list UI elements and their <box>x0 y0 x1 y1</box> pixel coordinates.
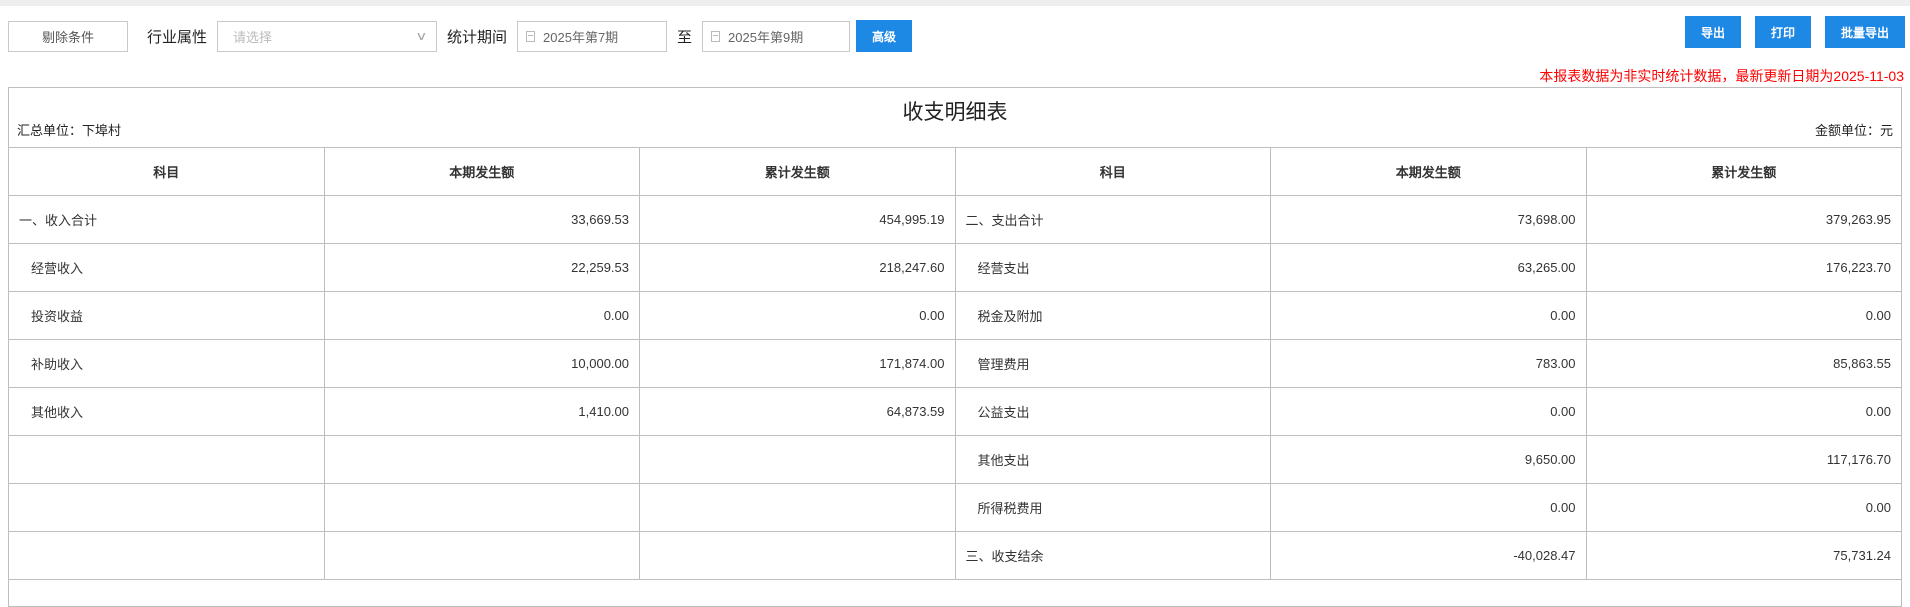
cumulative-amount-cell: 0.00 <box>1585 291 1902 340</box>
current-amount-cell: 73,698.00 <box>1270 195 1587 244</box>
column-header: 科目 <box>954 147 1271 196</box>
subject-cell: 经营收入 <box>8 243 325 292</box>
calendar-icon <box>526 30 536 42</box>
subject-cell: 补助收入 <box>8 339 325 388</box>
column-header: 科目 <box>8 147 325 196</box>
subject-cell: 其他收入 <box>8 387 325 436</box>
current-amount-cell: 0.00 <box>1270 291 1587 340</box>
table-header-row: 科目 本期发生额 累计发生额 科目 本期发生额 累计发生额 <box>8 147 1902 196</box>
data-notice: 本报表数据为非实时统计数据，最新更新日期为2025-11-03 <box>1539 68 1904 84</box>
current-amount-cell: 22,259.53 <box>323 243 640 292</box>
industry-select[interactable]: 请选择 ∨ <box>217 20 438 52</box>
current-amount-cell <box>323 483 640 532</box>
current-amount-cell: 0.00 <box>323 291 640 340</box>
cumulative-amount-cell: 176,223.70 <box>1585 243 1902 292</box>
column-header: 本期发生额 <box>1270 147 1587 196</box>
cumulative-amount-cell: 85,863.55 <box>1585 339 1902 388</box>
report-table: 科目 本期发生额 累计发生额 科目 本期发生额 累计发生额 一、收入合计 33,669.53… <box>8 147 1902 580</box>
table-row: 所得税费用 0.00 0.00 <box>8 483 1902 532</box>
table-row: 其他收入 1,410.00 64,873.59 公益支出 0.00 0.00 <box>8 387 1902 436</box>
subject-cell: 三、收支结余 <box>954 531 1271 580</box>
summary-unit: 汇总单位：下埠村 <box>17 123 122 138</box>
subject-cell: 税金及附加 <box>954 291 1271 340</box>
subject-cell: 所得税费用 <box>954 483 1271 532</box>
current-amount-cell: 33,669.53 <box>323 195 640 244</box>
advanced-button[interactable]: 高级 <box>856 20 913 52</box>
subject-cell <box>8 483 325 532</box>
subject-cell: 其他支出 <box>954 435 1271 484</box>
current-amount-cell: -40,028.47 <box>1270 531 1587 580</box>
cumulative-amount-cell: 0.00 <box>1585 483 1902 532</box>
export-button[interactable]: 导出 <box>1685 16 1741 48</box>
cumulative-amount-cell: 171,874.00 <box>639 339 956 388</box>
cumulative-amount-cell: 218,247.60 <box>639 243 956 292</box>
period-label: 统计期间 <box>447 28 508 46</box>
cumulative-amount-cell: 117,176.70 <box>1585 435 1902 484</box>
current-amount-cell: 0.00 <box>1270 483 1587 532</box>
period-from-input[interactable]: 2025年第7期 <box>517 20 668 52</box>
current-amount-cell: 9,650.00 <box>1270 435 1587 484</box>
cumulative-amount-cell: 0.00 <box>1585 387 1902 436</box>
cumulative-amount-cell <box>639 435 956 484</box>
chevron-down-icon: ∨ <box>415 29 428 43</box>
subject-cell: 一、收入合计 <box>8 195 325 244</box>
subject-cell: 投资收益 <box>8 291 325 340</box>
current-amount-cell <box>323 435 640 484</box>
print-button[interactable]: 打印 <box>1755 16 1811 48</box>
cumulative-amount-cell <box>639 531 956 580</box>
period-from-value: 2025年第7期 <box>543 29 619 45</box>
column-header: 本期发生额 <box>323 147 640 196</box>
cumulative-amount-cell: 454,995.19 <box>639 195 956 244</box>
table-row: 投资收益 0.00 0.00 税金及附加 0.00 0.00 <box>8 291 1902 340</box>
filter-toolbar: 剔除条件 行业属性 请选择 ∨ 统计期间 2025年第7期 至 2025年第9期… <box>8 20 913 52</box>
cumulative-amount-cell: 379,263.95 <box>1585 195 1902 244</box>
table-row: 一、收入合计 33,669.53 454,995.19 二、支出合计 73,698.00… <box>8 195 1902 244</box>
subject-cell <box>8 531 325 580</box>
calendar-icon <box>711 30 721 42</box>
cumulative-amount-cell <box>639 483 956 532</box>
amount-unit: 金额单位：元 <box>1814 123 1893 138</box>
batch-export-button[interactable]: 批量导出 <box>1825 16 1905 48</box>
subject-cell <box>8 435 325 484</box>
period-separator: 至 <box>677 28 693 46</box>
action-buttons: 导出 打印 批量导出 <box>1685 16 1905 48</box>
subject-cell: 管理费用 <box>954 339 1271 388</box>
top-bar <box>0 0 1910 6</box>
current-amount-cell: 63,265.00 <box>1270 243 1587 292</box>
column-header: 累计发生额 <box>1585 147 1902 196</box>
clear-conditions-button[interactable]: 剔除条件 <box>8 20 128 52</box>
table-row: 补助收入 10,000.00 171,874.00 管理费用 783.00 85,863.… <box>8 339 1902 388</box>
industry-label: 行业属性 <box>147 28 208 46</box>
current-amount-cell: 1,410.00 <box>323 387 640 436</box>
report-title: 收支明细表 <box>902 101 1008 124</box>
period-to-input[interactable]: 2025年第9期 <box>702 20 851 52</box>
subject-cell: 经营支出 <box>954 243 1271 292</box>
cumulative-amount-cell: 64,873.59 <box>639 387 956 436</box>
column-header: 累计发生额 <box>639 147 956 196</box>
report-panel: 收支明细表 汇总单位：下埠村 金额单位：元 科目 本期发生额 累计发生额 科目 本期发生… <box>8 87 1902 607</box>
current-amount-cell: 783.00 <box>1270 339 1587 388</box>
table-row: 其他支出 9,650.00 117,176.70 <box>8 435 1902 484</box>
table-row: 经营收入 22,259.53 218,247.60 经营支出 63,265.00 176,… <box>8 243 1902 292</box>
current-amount-cell: 0.00 <box>1270 387 1587 436</box>
subject-cell: 二、支出合计 <box>954 195 1271 244</box>
subject-cell: 公益支出 <box>954 387 1271 436</box>
cumulative-amount-cell: 0.00 <box>639 291 956 340</box>
current-amount-cell <box>323 531 640 580</box>
industry-placeholder: 请选择 <box>233 29 273 45</box>
period-to-value: 2025年第9期 <box>728 29 804 45</box>
current-amount-cell: 10,000.00 <box>323 339 640 388</box>
cumulative-amount-cell: 75,731.24 <box>1585 531 1902 580</box>
table-row: 三、收支结余 -40,028.47 75,731.24 <box>8 531 1902 580</box>
